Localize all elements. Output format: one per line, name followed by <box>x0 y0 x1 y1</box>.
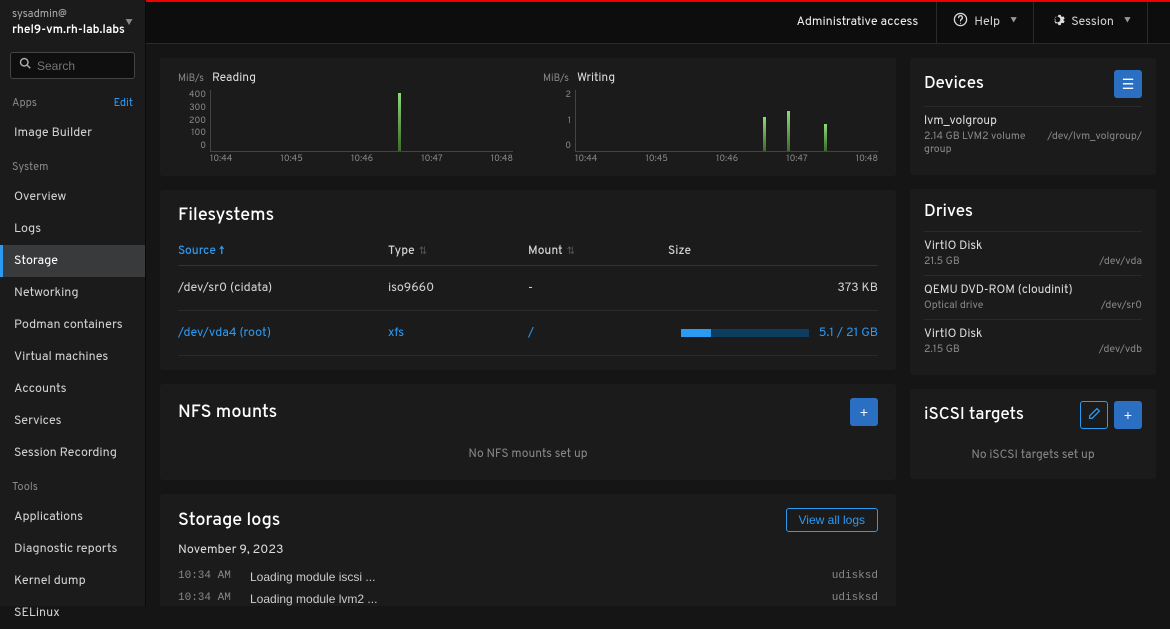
nav-item-diagnostic-reports[interactable]: Diagnostic reports <box>0 533 145 565</box>
log-entry[interactable]: 10:34 AMLoading module lvm2 ...udisksd <box>178 588 878 606</box>
sidebar: sysadmin@ rhel9-vm.rh-lab.labs ▼ Apps Ed… <box>0 0 146 606</box>
col-source[interactable]: Source ↑ <box>178 243 388 259</box>
nav-item-session-recording[interactable]: Session Recording <box>0 437 145 469</box>
col-type[interactable]: Type⇅ <box>388 243 528 259</box>
session-menu[interactable]: Session ▼ <box>1033 0 1147 43</box>
filesystems-panel: Filesystems Source ↑ Type⇅ Mount⇅ Size /… <box>160 190 896 370</box>
nav-item-overview[interactable]: Overview <box>0 181 145 213</box>
host-name: rhel9-vm.rh-lab.labs <box>12 22 133 38</box>
gear-icon <box>1050 12 1065 32</box>
plus-icon: + <box>860 404 868 420</box>
help-menu[interactable]: Help ▼ <box>936 0 1033 43</box>
plus-icon: + <box>1124 407 1132 423</box>
nav-item-kernel-dump[interactable]: Kernel dump <box>0 565 145 597</box>
writing-chart: MiB/s Writing 210 10:4410:4510:4610:4710… <box>543 70 878 168</box>
sort-icon: ⇅ <box>567 245 575 258</box>
nav-item-virtual-machines[interactable]: Virtual machines <box>0 341 145 373</box>
log-entry[interactable]: 10:34 AMLoading module iscsi ...udisksd <box>178 566 878 588</box>
col-size[interactable]: Size <box>668 243 878 259</box>
sort-asc-icon: ↑ <box>219 243 225 259</box>
devices-panel: Devices ☰ lvm_volgroup2.14 GB LVM2 volum… <box>910 58 1156 175</box>
devices-menu-button[interactable]: ☰ <box>1114 70 1142 98</box>
nfs-title: NFS mounts <box>178 401 277 424</box>
io-charts: MiB/s Reading 4003002001000 10:4410:4510… <box>160 58 896 176</box>
search-input[interactable] <box>37 59 126 73</box>
search-icon <box>19 57 31 74</box>
nav-item-image-builder[interactable]: Image Builder <box>0 117 145 149</box>
fs-row[interactable]: /dev/vda4 (root)xfs/5.1 / 21 GB <box>178 311 878 356</box>
col-mount[interactable]: Mount⇅ <box>528 243 668 259</box>
edit-icon <box>1088 407 1101 423</box>
host-selector[interactable]: sysadmin@ rhel9-vm.rh-lab.labs ▼ <box>0 0 145 46</box>
edit-iscsi-button[interactable] <box>1080 401 1108 429</box>
nav-item-storage[interactable]: Storage <box>0 245 145 277</box>
hamburger-icon: ☰ <box>1122 76 1135 93</box>
nav-section-tools: Tools <box>12 481 38 495</box>
nav-item-accounts[interactable]: Accounts <box>0 373 145 405</box>
chevron-down-icon: ▼ <box>125 17 133 30</box>
iscsi-panel: iSCSI targets + No iSCSI <box>910 389 1156 479</box>
chevron-down-icon: ▼ <box>1010 16 1017 27</box>
nav-section-system: System <box>12 161 48 175</box>
device-item[interactable]: VirtIO Disk2.15 GB/dev/vdb <box>924 319 1142 363</box>
sort-icon: ⇅ <box>419 245 427 258</box>
device-item[interactable]: QEMU DVD-ROM (cloudinit)Optical drive/de… <box>924 275 1142 319</box>
chevron-down-icon: ▼ <box>1124 16 1131 27</box>
device-item[interactable]: VirtIO Disk21.5 GB/dev/vda <box>924 231 1142 275</box>
reading-chart: MiB/s Reading 4003002001000 10:4410:4510… <box>178 70 513 168</box>
log-date: November 9, 2023 <box>178 542 878 558</box>
storage-logs-panel: Storage logs View all logs November 9, 2… <box>160 494 896 606</box>
device-item[interactable]: lvm_volgroup2.14 GB LVM2 volume group/de… <box>924 106 1142 163</box>
nfs-empty: No NFS mounts set up <box>178 436 878 466</box>
drives-title: Drives <box>924 201 973 223</box>
view-all-logs-button[interactable]: View all logs <box>786 508 878 532</box>
add-iscsi-button[interactable]: + <box>1114 401 1142 429</box>
nav-item-logs[interactable]: Logs <box>0 213 145 245</box>
iscsi-empty: No iSCSI targets set up <box>924 437 1142 467</box>
filesystems-title: Filesystems <box>178 204 878 227</box>
nav-item-networking[interactable]: Networking <box>0 277 145 309</box>
nav-edit-link[interactable]: Edit <box>114 97 133 111</box>
header-divider <box>1147 0 1164 43</box>
add-nfs-button[interactable]: + <box>850 398 878 426</box>
search-input-wrap[interactable] <box>10 52 135 79</box>
nav-item-applications[interactable]: Applications <box>0 501 145 533</box>
nav-section-apps: Apps <box>12 97 37 111</box>
host-user: sysadmin@ <box>12 8 133 22</box>
nav-item-services[interactable]: Services <box>0 405 145 437</box>
main: Administrative access Help ▼ Session ▼ <box>146 0 1170 606</box>
logs-title: Storage logs <box>178 509 280 532</box>
help-icon <box>953 12 968 32</box>
drives-panel: Drives VirtIO Disk21.5 GB/dev/vdaQEMU DV… <box>910 189 1156 375</box>
fs-row[interactable]: /dev/sr0 (cidata)iso9660-373 KB <box>178 266 878 311</box>
nav-item-selinux[interactable]: SELinux <box>0 597 145 629</box>
admin-access-link[interactable]: Administrative access <box>779 14 937 30</box>
top-header: Administrative access Help ▼ Session ▼ <box>146 0 1170 44</box>
iscsi-title: iSCSI targets <box>924 404 1024 426</box>
devices-title: Devices <box>924 73 984 95</box>
nfs-panel: NFS mounts + No NFS mounts set up <box>160 384 896 480</box>
nav-item-podman-containers[interactable]: Podman containers <box>0 309 145 341</box>
